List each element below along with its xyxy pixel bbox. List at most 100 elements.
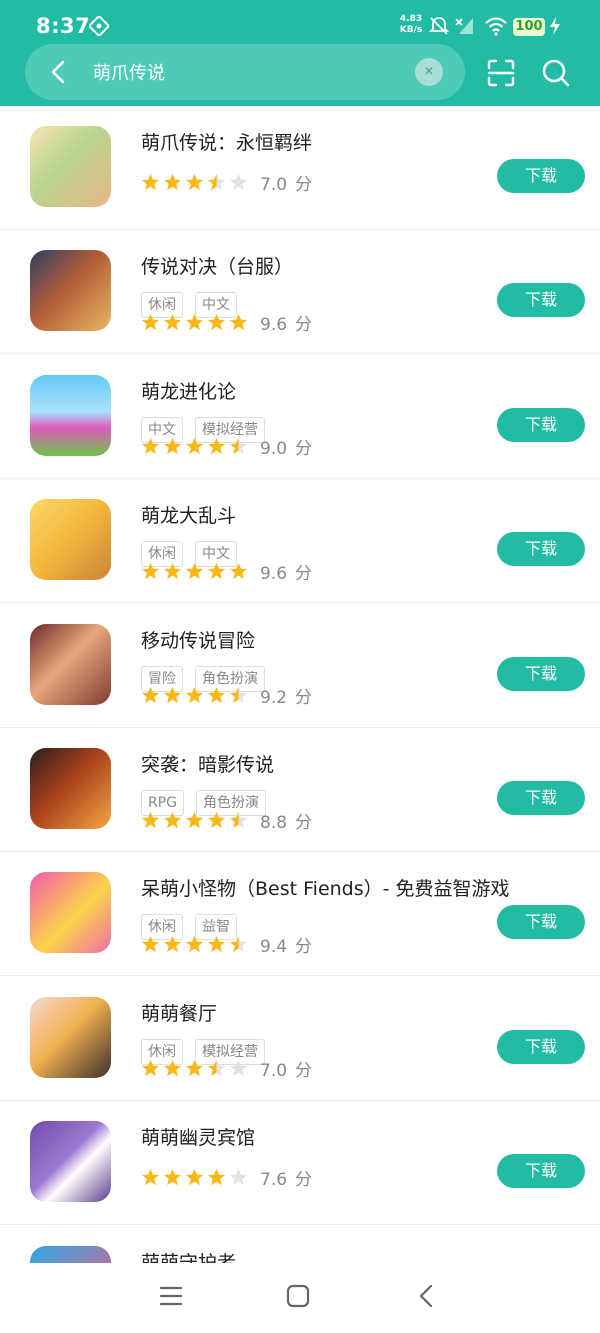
- star-rating: [141, 313, 248, 332]
- menu-icon[interactable]: [158, 1283, 184, 1309]
- download-button[interactable]: 下载: [497, 905, 585, 940]
- star-icon: [185, 313, 204, 332]
- download-button[interactable]: 下载: [497, 656, 585, 691]
- star-icon: [207, 1168, 226, 1187]
- app-icon[interactable]: [30, 623, 111, 705]
- app-score: 9.6 分: [260, 310, 312, 335]
- app-list-item[interactable]: 移动传说冒险 冒险 角色扮演 9.2 分下载: [0, 604, 600, 728]
- app-rating: 9.6 分: [141, 559, 312, 584]
- star-rating: [141, 1059, 248, 1078]
- star-icon: [163, 562, 182, 581]
- star-rating: [141, 1168, 248, 1187]
- app-list-item[interactable]: 萌萌守护者: [0, 1226, 600, 1263]
- star-icon: [185, 437, 204, 456]
- search-icon[interactable]: [540, 57, 572, 89]
- app-name[interactable]: 萌萌守护者: [141, 1248, 236, 1263]
- app-score-value: 9.6: [260, 563, 288, 584]
- app-score-unit: 分: [295, 936, 313, 957]
- app-icon[interactable]: [30, 1245, 111, 1263]
- star-icon: [141, 437, 160, 456]
- app-icon[interactable]: [30, 1121, 111, 1203]
- app-score-unit: 分: [295, 174, 313, 195]
- star-icon: [207, 811, 226, 830]
- app-name[interactable]: 突袭：暗影传说: [141, 750, 274, 777]
- app-name[interactable]: 萌龙进化论: [141, 377, 236, 404]
- download-button[interactable]: 下载: [497, 1029, 585, 1064]
- app-score: 9.4 分: [260, 932, 312, 957]
- app-name[interactable]: 移动传说冒险: [141, 626, 255, 653]
- app-rating: 9.0 分: [141, 435, 312, 459]
- app-list-item[interactable]: 萌爪传说：永恒羁绊 7.0 分 下载: [0, 106, 600, 230]
- mute-icon: [428, 16, 450, 36]
- star-rating: [141, 562, 248, 581]
- app-score-unit: 分: [295, 314, 313, 335]
- download-button[interactable]: 下载: [497, 532, 585, 567]
- star-rating: [141, 935, 248, 954]
- app-list-item[interactable]: 呆萌小怪物（Best Fiends）- 免费益智游戏 休闲 益智 9.4 分下载: [0, 852, 600, 977]
- star-icon: [163, 173, 182, 192]
- star-icon: [141, 1059, 160, 1078]
- clear-search-button[interactable]: ×: [415, 58, 443, 86]
- app-score-value: 7.6: [260, 1169, 288, 1190]
- star-icon: [141, 173, 160, 192]
- app-icon[interactable]: [30, 126, 111, 207]
- app-list-item[interactable]: 萌龙大乱斗 休闲 中文 9.6 分下载: [0, 479, 600, 604]
- star-icon: [163, 1059, 182, 1078]
- download-button[interactable]: 下载: [497, 781, 585, 815]
- star-rating: [141, 437, 248, 456]
- network-speed-unit: KB/s: [399, 25, 423, 35]
- app-icon[interactable]: [30, 872, 111, 954]
- download-button[interactable]: 下载: [497, 283, 585, 318]
- app-name[interactable]: 萌萌餐厅: [141, 999, 217, 1026]
- app-icon[interactable]: [30, 499, 111, 581]
- star-icon: [229, 562, 248, 581]
- star-icon: [229, 1168, 248, 1187]
- app-icon[interactable]: [30, 996, 111, 1078]
- app-name[interactable]: 呆萌小怪物（Best Fiends）- 免费益智游戏: [141, 874, 510, 901]
- search-box[interactable]: 萌爪传说 ×: [25, 44, 465, 100]
- app-list-item[interactable]: 萌龙进化论 中文 模拟经营 9.0 分下载: [0, 355, 600, 479]
- star-icon: [163, 811, 182, 830]
- app-score: 7.0 分: [260, 170, 312, 195]
- app-icon[interactable]: [30, 250, 111, 332]
- app-name[interactable]: 传说对决（台服）: [141, 252, 293, 279]
- download-button[interactable]: 下载: [497, 159, 585, 193]
- app-score-value: 9.6: [260, 314, 288, 335]
- star-icon: [229, 935, 248, 954]
- app-score-value: 9.0: [260, 439, 288, 460]
- app-list-item[interactable]: 传说对决（台服） 休闲 中文 9.6 分下载: [0, 230, 600, 355]
- star-icon: [229, 811, 248, 830]
- app-name[interactable]: 萌龙大乱斗: [141, 501, 236, 528]
- wifi-icon: [484, 16, 507, 36]
- app-score: 7.0 分: [260, 1056, 312, 1081]
- scan-icon[interactable]: [485, 57, 517, 89]
- app-rating: 7.0 分: [141, 1057, 312, 1081]
- star-icon: [185, 1059, 204, 1078]
- star-icon: [185, 935, 204, 954]
- app-name[interactable]: 萌爪传说：永恒羁绊: [141, 128, 312, 155]
- download-button[interactable]: 下载: [497, 1154, 585, 1189]
- star-rating: [141, 811, 248, 830]
- app-rating: 9.2 分: [141, 684, 312, 708]
- app-icon[interactable]: [30, 374, 111, 456]
- app-icon[interactable]: [30, 748, 111, 829]
- battery-level: 100: [513, 18, 545, 36]
- star-icon: [207, 173, 226, 192]
- app-rating: 9.4 分: [141, 932, 312, 957]
- app-list-item[interactable]: 萌萌餐厅 休闲 模拟经营 7.0 分下载: [0, 977, 600, 1101]
- status-bar: 8:37 4.83 KB/s 100: [0, 0, 600, 44]
- home-icon[interactable]: [285, 1283, 311, 1309]
- search-input[interactable]: 萌爪传说: [93, 59, 165, 85]
- download-button[interactable]: 下载: [497, 407, 585, 442]
- search-results-list[interactable]: 萌爪传说：永恒羁绊 7.0 分下载 传说对决（台服） 休闲 中文 9.6 分下载 萌龙进化论 中文…: [0, 106, 600, 1263]
- app-name[interactable]: 萌萌幽灵宾馆: [141, 1123, 255, 1150]
- star-icon: [163, 935, 182, 954]
- star-icon: [141, 562, 160, 581]
- back-arrow-icon[interactable]: [43, 56, 75, 88]
- star-rating: [141, 173, 248, 192]
- app-list-item[interactable]: 突袭：暗影传说 RPG 角色扮演 8.8 分下载: [0, 728, 600, 852]
- app-list-item[interactable]: 萌萌幽灵宾馆 7.6 分 下载: [0, 1101, 600, 1226]
- app-score: 9.6 分: [260, 559, 312, 584]
- star-icon: [185, 173, 204, 192]
- back-nav-icon[interactable]: [414, 1283, 440, 1309]
